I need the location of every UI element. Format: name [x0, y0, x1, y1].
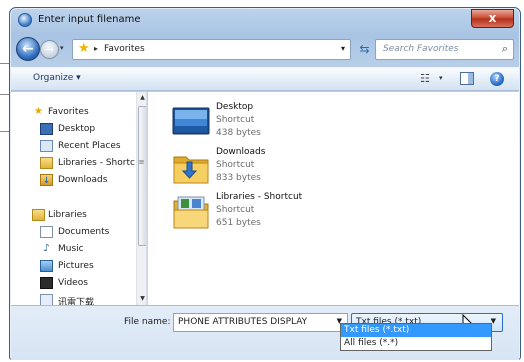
scroll-down-icon[interactable]: ▼	[137, 293, 146, 305]
sidebar-item-label: Recent Places	[58, 141, 121, 151]
scroll-thumb[interactable]	[138, 106, 146, 246]
sidebar-item-label: Libraries	[48, 210, 87, 220]
videos-icon	[40, 277, 53, 289]
navigation-scrollbar[interactable]: ▲ ≡ ▼	[136, 92, 146, 305]
breadcrumb-separator[interactable]: ▸	[94, 44, 98, 53]
folder-icon	[40, 294, 53, 305]
file-type: Shortcut	[216, 205, 255, 215]
filename-combobox[interactable]: PHONE ATTRIBUTES DISPLAY ▼	[173, 313, 348, 332]
sidebar-item-label: Favorites	[48, 107, 89, 117]
sidebar-item-label: Desktop	[58, 124, 96, 134]
file-size: 438 bytes	[216, 128, 261, 138]
file-name: Desktop	[216, 102, 254, 112]
forward-arrow-icon: →	[44, 43, 55, 56]
recent-places-icon	[40, 140, 53, 152]
star-icon: ★	[34, 106, 43, 117]
file-name: Downloads	[216, 147, 266, 157]
search-icon[interactable]: ⌕	[502, 42, 508, 56]
navigation-bar: ← → ▾ ★ ▸ Favorites ▾ ⇆ Search Favorites…	[10, 34, 520, 64]
forward-button[interactable]: →	[40, 40, 59, 59]
filetype-option-txt[interactable]: Txt files (*.txt)	[341, 324, 491, 337]
pictures-icon	[40, 260, 53, 272]
library-icon	[32, 209, 45, 221]
background-line	[0, 94, 9, 95]
filetype-options-list: Txt files (*.txt) All files (*.*)	[340, 323, 492, 351]
close-button[interactable]: x	[471, 9, 514, 28]
back-button[interactable]: ←	[16, 37, 40, 61]
desktop-icon	[40, 123, 53, 135]
file-item[interactable]: Desktop Shortcut 438 bytes	[172, 102, 392, 146]
view-options-dropdown[interactable]: ▾	[439, 74, 443, 82]
breadcrumb-favorites[interactable]: Favorites	[104, 44, 145, 54]
sidebar-item-label: 讯雷下载	[58, 298, 95, 305]
sidebar-item-label: Downloads	[58, 175, 108, 185]
search-box[interactable]: Search Favorites ⌕	[375, 39, 514, 60]
sidebar-item-label: Pictures	[58, 261, 94, 271]
search-placeholder[interactable]: Search Favorites	[383, 44, 458, 54]
sidebar-item-label: Libraries - Shortc	[58, 158, 135, 168]
library-icon	[40, 157, 53, 169]
preview-pane-icon[interactable]	[460, 72, 474, 85]
change-view-icon[interactable]: ☷	[420, 72, 430, 85]
title-bar[interactable]: Enter input filename x	[10, 8, 520, 32]
dialog-title: Enter input filename	[38, 14, 141, 25]
navigation-pane: ★ Favorites Desktop Recent Places Librar…	[11, 92, 147, 305]
desktop-shortcut-icon	[172, 107, 210, 135]
back-arrow-icon: ←	[22, 41, 34, 57]
file-type: Shortcut	[216, 160, 255, 170]
file-size: 833 bytes	[216, 173, 261, 183]
sidebar-item-label: Documents	[58, 227, 110, 237]
file-item[interactable]: Downloads Shortcut 833 bytes	[172, 147, 392, 191]
filename-input[interactable]: PHONE ATTRIBUTES DISPLAY	[178, 317, 307, 327]
filetype-option-all[interactable]: All files (*.*)	[341, 337, 491, 350]
command-bar: Organize ▾ ☷ ▾ ?	[11, 67, 519, 91]
file-type: Shortcut	[216, 115, 255, 125]
music-icon: ♪	[43, 243, 50, 254]
downloads-icon: ↓	[40, 174, 53, 186]
address-bar[interactable]: ★ ▸ Favorites ▾	[72, 39, 351, 60]
app-icon	[18, 13, 32, 27]
recent-pages-dropdown[interactable]: ▾	[60, 44, 64, 52]
organize-button[interactable]: Organize ▾	[33, 73, 81, 83]
sidebar-item-label: Videos	[58, 278, 88, 288]
scroll-grip-icon: ≡	[138, 158, 145, 166]
file-name: Libraries - Shortcut	[216, 192, 303, 202]
background-line	[0, 131, 9, 132]
file-item[interactable]: Libraries - Shortcut Shortcut 651 bytes	[172, 192, 392, 236]
background-line	[0, 63, 9, 64]
libraries-folder-icon	[173, 196, 209, 229]
refresh-icon[interactable]: ⇆	[355, 39, 374, 60]
favorites-star-icon: ★	[78, 41, 90, 56]
file-list: Desktop Shortcut 438 bytes Downloads Sho…	[148, 92, 519, 305]
file-size: 651 bytes	[216, 218, 261, 228]
scroll-up-icon[interactable]: ▲	[137, 92, 146, 104]
sidebar-item-label: Music	[58, 244, 84, 254]
file-dialog: Enter input filename x ← → ▾ ★ ▸ Favorit…	[9, 7, 521, 360]
documents-icon	[40, 226, 53, 238]
address-dropdown-icon[interactable]: ▾	[341, 44, 345, 53]
filename-label: File name:	[124, 317, 171, 327]
downloads-folder-icon	[173, 156, 209, 184]
help-icon[interactable]: ?	[490, 72, 504, 86]
